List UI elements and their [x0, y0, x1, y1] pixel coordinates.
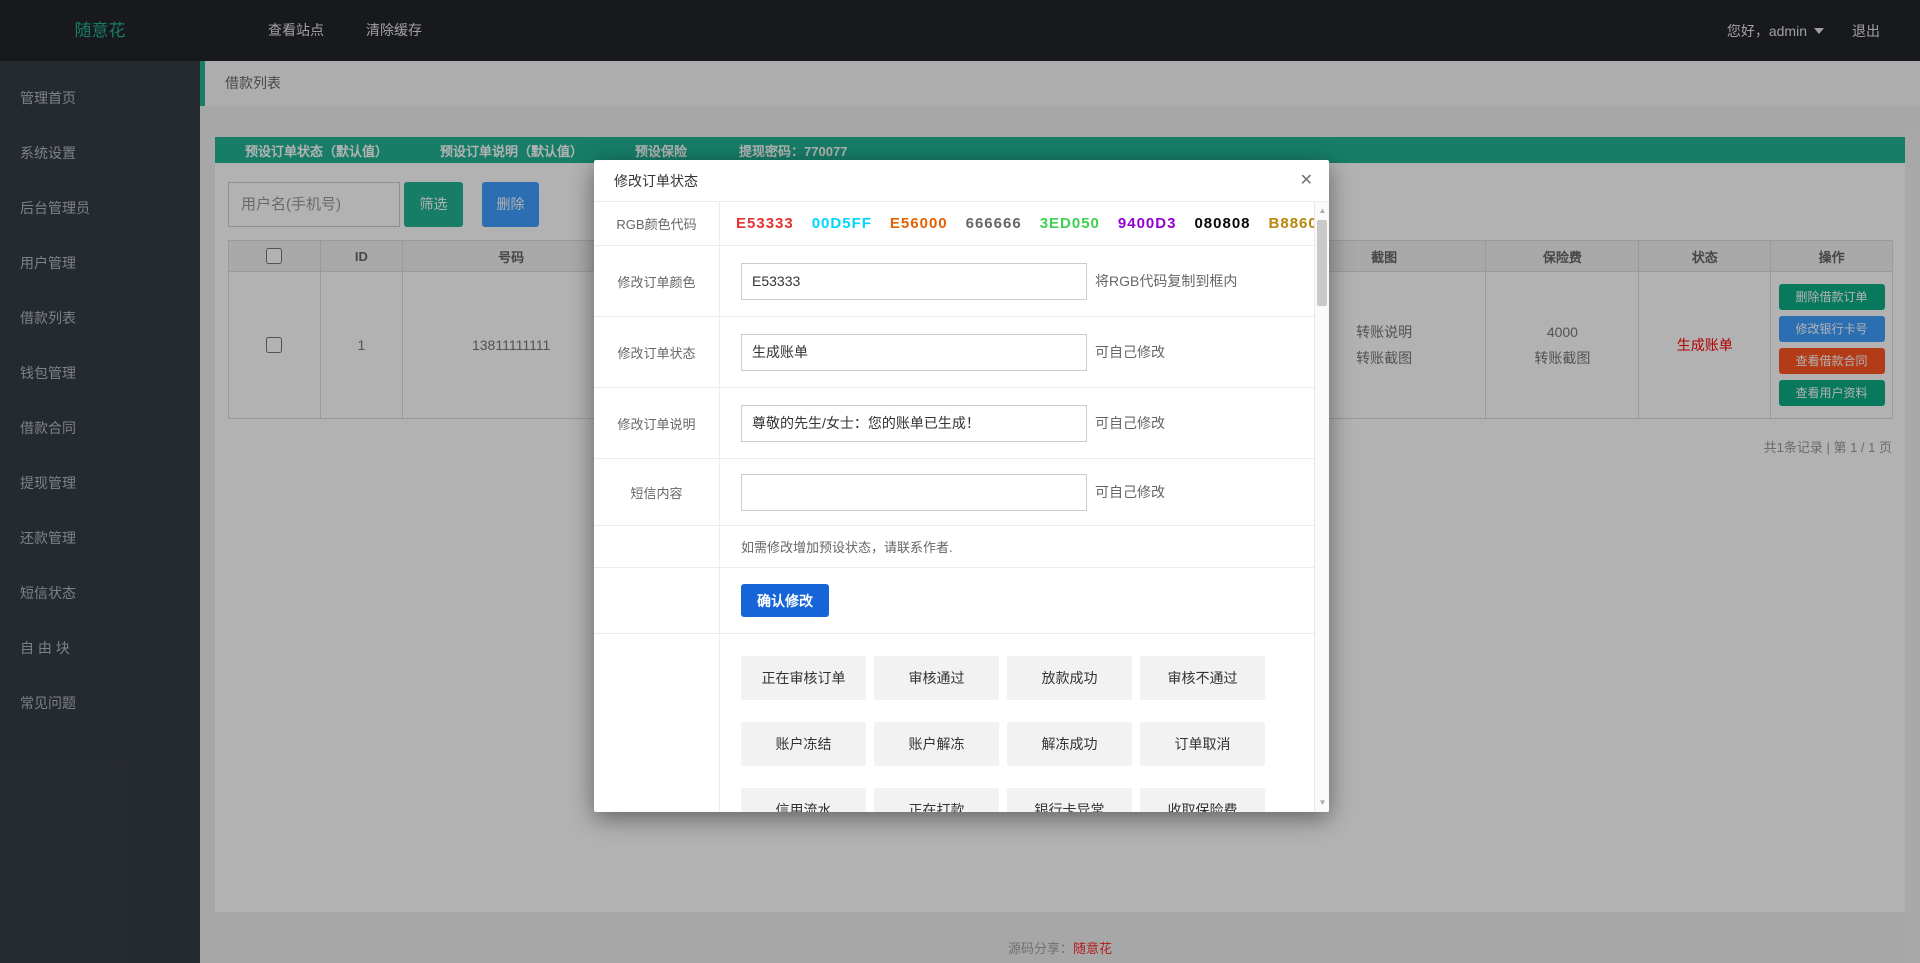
order-status-label: 修改订单状态 — [594, 317, 720, 387]
sms-content-row: 短信内容 可自己修改 — [594, 459, 1314, 526]
edit-order-status-modal: 修改订单状态 ✕ RGB颜色代码 E53333 00D5FF E56000 66… — [594, 160, 1329, 812]
rgb-code-orange[interactable]: E56000 — [890, 215, 948, 232]
modal-scrollbar[interactable]: ▲ ▼ — [1314, 202, 1329, 812]
order-desc-label: 修改订单说明 — [594, 388, 720, 458]
rgb-code-black[interactable]: 080808 — [1194, 215, 1250, 232]
order-status-hint: 可自己修改 — [1095, 342, 1165, 362]
preset-order-cancelled-button[interactable]: 订单取消 — [1140, 722, 1265, 766]
preset-account-unfrozen-button[interactable]: 账户解冻 — [874, 722, 999, 766]
preset-unfreeze-success-button[interactable]: 解冻成功 — [1007, 722, 1132, 766]
rgb-code-gray[interactable]: 666666 — [966, 215, 1022, 232]
order-color-input[interactable] — [741, 263, 1087, 300]
contact-author-note: 如需修改增加预设状态，请联系作者. — [720, 537, 953, 556]
confirm-edit-button[interactable]: 确认修改 — [741, 584, 829, 617]
modal-title-bar: 修改订单状态 ✕ — [594, 160, 1329, 202]
note-label-empty — [594, 526, 720, 567]
order-desc-input[interactable] — [741, 405, 1087, 442]
preset-loan-success-button[interactable]: 放款成功 — [1007, 656, 1132, 700]
preset-review-failed-button[interactable]: 审核不通过 — [1140, 656, 1265, 700]
confirm-label-empty — [594, 568, 720, 633]
rgb-codes-row: RGB颜色代码 E53333 00D5FF E56000 666666 3ED0… — [594, 202, 1314, 246]
preset-collect-insurance-button[interactable]: 收取保险费 — [1140, 788, 1265, 812]
order-color-label: 修改订单颜色 — [594, 246, 720, 316]
presets-label-empty — [594, 634, 720, 812]
order-desc-row: 修改订单说明 可自己修改 — [594, 388, 1314, 459]
order-color-row: 修改订单颜色 将RGB代码复制到框内 — [594, 246, 1314, 317]
preset-reviewing-order-button[interactable]: 正在审核订单 — [741, 656, 866, 700]
order-status-input[interactable] — [741, 334, 1087, 371]
preset-paying-button[interactable]: 正在打款 — [874, 788, 999, 812]
preset-credit-flow-button[interactable]: 信用流水 — [741, 788, 866, 812]
note-row: 如需修改增加预设状态，请联系作者. — [594, 526, 1314, 568]
preset-review-passed-button[interactable]: 审核通过 — [874, 656, 999, 700]
scrollbar-thumb[interactable] — [1317, 220, 1327, 306]
rgb-code-green[interactable]: 3ED050 — [1040, 215, 1100, 232]
rgb-code-red[interactable]: E53333 — [736, 215, 794, 232]
order-status-row: 修改订单状态 可自己修改 — [594, 317, 1314, 388]
rgb-codes-label: RGB颜色代码 — [594, 202, 720, 245]
rgb-code-cyan[interactable]: 00D5FF — [812, 215, 872, 232]
sms-content-label: 短信内容 — [594, 459, 720, 525]
sms-content-hint: 可自己修改 — [1095, 482, 1165, 502]
order-desc-hint: 可自己修改 — [1095, 413, 1165, 433]
scroll-up-icon[interactable]: ▲ — [1315, 204, 1329, 218]
preset-buttons-row: 正在审核订单 审核通过 放款成功 审核不通过 账户冻结 账户解冻 解冻成功 订单… — [594, 634, 1314, 812]
modal-title: 修改订单状态 — [614, 173, 698, 189]
confirm-row: 确认修改 — [594, 568, 1314, 634]
scroll-down-icon[interactable]: ▼ — [1315, 796, 1329, 810]
preset-account-frozen-button[interactable]: 账户冻结 — [741, 722, 866, 766]
rgb-code-purple[interactable]: 9400D3 — [1118, 215, 1177, 232]
preset-buttons-grid: 正在审核订单 审核通过 放款成功 审核不通过 账户冻结 账户解冻 解冻成功 订单… — [720, 634, 1265, 812]
order-color-hint: 将RGB代码复制到框内 — [1095, 271, 1237, 291]
close-icon[interactable]: ✕ — [1300, 160, 1313, 202]
preset-bank-card-abnormal-button[interactable]: 银行卡异常 — [1007, 788, 1132, 812]
rgb-code-list: E53333 00D5FF E56000 666666 3ED050 9400D… — [720, 215, 1329, 232]
sms-content-input[interactable] — [741, 474, 1087, 511]
